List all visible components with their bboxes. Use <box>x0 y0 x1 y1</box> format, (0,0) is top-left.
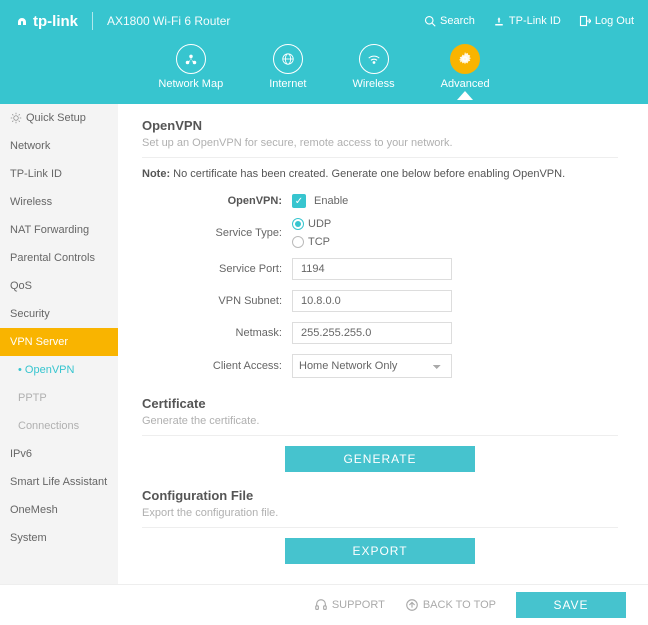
netmask-input[interactable] <box>292 322 452 344</box>
sidebar-quick-setup[interactable]: Quick Setup <box>0 104 118 132</box>
titlebar: tp-link AX1800 Wi-Fi 6 Router Search TP-… <box>0 0 648 42</box>
headset-icon <box>314 598 328 612</box>
brand-block: tp-link AX1800 Wi-Fi 6 Router <box>14 12 230 30</box>
main-nav: Network Map Internet Wireless Advanced <box>0 42 648 104</box>
sidebar-item-tplink-id[interactable]: TP-Link ID <box>0 160 118 188</box>
label-openvpn: OpenVPN: <box>142 195 292 207</box>
label-client-access: Client Access: <box>142 360 292 372</box>
content-shell: Quick Setup Network TP-Link ID Wireless … <box>0 104 648 584</box>
brand-logo: tp-link <box>14 13 78 30</box>
back-to-top[interactable]: BACK TO TOP <box>405 598 496 612</box>
sidebar-item-network[interactable]: Network <box>0 132 118 160</box>
sidebar-sub-openvpn[interactable]: • OpenVPN <box>0 356 118 384</box>
search-icon <box>424 15 436 27</box>
label-service-port: Service Port: <box>142 263 292 275</box>
export-button[interactable]: EXPORT <box>285 538 475 564</box>
wifi-icon <box>359 44 389 74</box>
top-actions: Search TP-Link ID Log Out <box>424 15 634 27</box>
label-netmask: Netmask: <box>142 327 292 339</box>
sidebar-item-nat[interactable]: NAT Forwarding <box>0 216 118 244</box>
label-vpn-subnet: VPN Subnet: <box>142 295 292 307</box>
openvpn-note: Note: No certificate has been created. G… <box>142 168 618 180</box>
cert-desc: Generate the certificate. <box>142 415 618 436</box>
config-desc: Export the configuration file. <box>142 507 618 528</box>
footer-bar: SUPPORT BACK TO TOP SAVE <box>0 584 648 624</box>
sidebar-item-system[interactable]: System <box>0 524 118 552</box>
tab-wireless[interactable]: Wireless <box>353 42 395 90</box>
logout-link[interactable]: Log Out <box>579 15 634 27</box>
network-map-icon <box>176 44 206 74</box>
sidebar-item-qos[interactable]: QoS <box>0 272 118 300</box>
search-link[interactable]: Search <box>424 15 475 27</box>
gear-icon <box>10 112 22 124</box>
enable-checkbox[interactable]: ✓ <box>292 194 306 208</box>
sidebar-item-onemesh[interactable]: OneMesh <box>0 496 118 524</box>
sidebar-item-parental[interactable]: Parental Controls <box>0 244 118 272</box>
sidebar-item-ipv6[interactable]: IPv6 <box>0 440 118 468</box>
device-name: AX1800 Wi-Fi 6 Router <box>107 14 230 28</box>
openvpn-title: OpenVPN <box>142 118 618 133</box>
service-port-input[interactable] <box>292 258 452 280</box>
config-title: Configuration File <box>142 488 618 503</box>
sidebar: Quick Setup Network TP-Link ID Wireless … <box>0 104 118 584</box>
tab-internet[interactable]: Internet <box>269 42 306 90</box>
cloud-icon <box>493 15 505 27</box>
globe-icon <box>273 44 303 74</box>
tab-network-map[interactable]: Network Map <box>158 42 223 90</box>
sidebar-item-vpn-server[interactable]: VPN Server <box>0 328 118 356</box>
tplink-id-link[interactable]: TP-Link ID <box>493 15 561 27</box>
brand-divider <box>92 12 93 30</box>
gear-icon <box>450 44 480 74</box>
sidebar-sub-connections[interactable]: Connections <box>0 412 118 440</box>
radio-udp[interactable]: UDP <box>292 218 331 230</box>
client-access-select[interactable]: Home Network Only <box>292 354 452 378</box>
sidebar-item-smart-life[interactable]: Smart Life Assistant <box>0 468 118 496</box>
cert-title: Certificate <box>142 396 618 411</box>
enable-label: Enable <box>314 195 348 207</box>
logout-icon <box>579 15 591 27</box>
save-button[interactable]: SAVE <box>516 592 626 618</box>
sidebar-sub-pptp[interactable]: PPTP <box>0 384 118 412</box>
radio-tcp[interactable]: TCP <box>292 236 331 248</box>
label-service-type: Service Type: <box>142 227 292 239</box>
arrow-up-icon <box>405 598 419 612</box>
service-type-radios: UDP TCP <box>292 218 331 248</box>
tab-advanced[interactable]: Advanced <box>441 42 490 90</box>
vpn-subnet-input[interactable] <box>292 290 452 312</box>
sidebar-item-wireless[interactable]: Wireless <box>0 188 118 216</box>
openvpn-desc: Set up an OpenVPN for secure, remote acc… <box>142 137 618 158</box>
support-link[interactable]: SUPPORT <box>314 598 385 612</box>
generate-button[interactable]: GENERATE <box>285 446 475 472</box>
main-content: OpenVPN Set up an OpenVPN for secure, re… <box>118 104 648 584</box>
brand-text: tp-link <box>33 13 78 30</box>
sidebar-item-security[interactable]: Security <box>0 300 118 328</box>
